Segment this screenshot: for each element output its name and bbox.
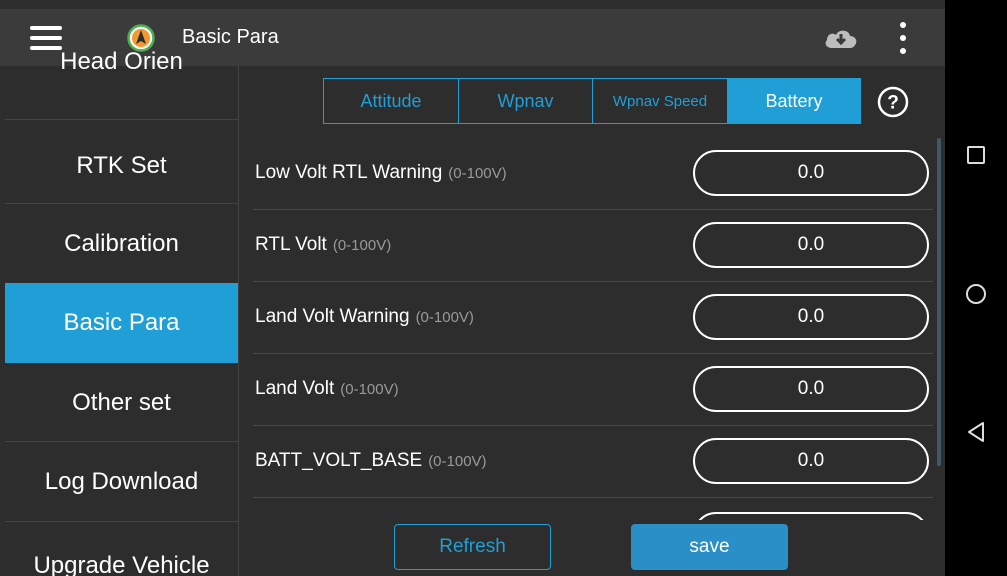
- tab-bar: Attitude Wpnav Wpnav Speed Battery: [323, 78, 861, 124]
- param-label: Low Volt RTL Warning (0-100V): [255, 162, 507, 183]
- sidebar-item-calibration[interactable]: Calibration: [5, 204, 238, 284]
- param-row-partial: [253, 498, 933, 520]
- sidebar-divider: [238, 66, 239, 576]
- triangle-back-icon[interactable]: [962, 418, 990, 446]
- sidebar-item-basic-para[interactable]: Basic Para: [5, 283, 238, 363]
- tab-attitude[interactable]: Attitude: [324, 79, 459, 123]
- sidebar-item-label: Basic Para: [63, 309, 180, 336]
- more-vert-icon[interactable]: [896, 21, 910, 55]
- sidebar-item-other-set[interactable]: Other set: [5, 362, 238, 442]
- parameter-list: Low Volt RTL Warning(0-100V) RTL Volt(0-…: [253, 138, 933, 520]
- sidebar-item-rtk-set[interactable]: RTK Set: [5, 124, 238, 204]
- sidebar-item-label: Head Orien: [60, 48, 183, 75]
- square-recents-icon[interactable]: [962, 141, 990, 169]
- param-row-batt-volt-base: BATT_VOLT_BASE (0-100V): [253, 426, 933, 498]
- param-range: (0-100V): [428, 453, 487, 470]
- param-label: RTL Volt (0-100V): [255, 234, 392, 255]
- tab-battery[interactable]: Battery: [728, 79, 860, 123]
- scrollbar[interactable]: [937, 138, 941, 466]
- sidebar-item-label: Log Download: [44, 468, 199, 495]
- param-label: Land Volt Warning (0-100V): [255, 306, 474, 327]
- save-button[interactable]: save: [631, 524, 788, 570]
- param-label: Land Volt (0-100V): [255, 378, 399, 399]
- param-range: (0-100V): [332, 237, 392, 254]
- param-row-rtl-volt: RTL Volt (0-100V): [253, 210, 933, 282]
- circle-home-icon[interactable]: [962, 280, 990, 308]
- refresh-button[interactable]: Refresh: [394, 524, 551, 570]
- param-range: (0-100V): [340, 381, 399, 398]
- param-range: (0-100V): [415, 309, 474, 326]
- param-label: BATT_VOLT_BASE (0-100V): [255, 450, 487, 471]
- cloud-download-icon[interactable]: [822, 24, 860, 52]
- param-row-low-volt-rtl-warning: Low Volt RTL Warning (0-100V): [253, 138, 933, 210]
- low-volt-rtl-warning-field[interactable]: [693, 150, 929, 196]
- param-row-land-volt: Land Volt (0-100V): [253, 354, 933, 426]
- sidebar: Head Orien RTK Set Calibration Basic Par…: [0, 48, 238, 576]
- sidebar-item-label: Other set: [72, 389, 171, 416]
- sidebar-item-label: RTK Set: [76, 152, 167, 179]
- land-volt-field[interactable]: [693, 366, 929, 412]
- app-window: Basic Para Head Orien RTK Set Calibratio…: [0, 0, 945, 576]
- param-row-land-volt-warning: Land Volt Warning (0-100V): [253, 282, 933, 354]
- batt-volt-base-field[interactable]: [693, 438, 929, 484]
- sidebar-item-label: Calibration: [64, 230, 179, 257]
- help-circle-icon[interactable]: ?: [877, 86, 909, 118]
- tab-wpnav[interactable]: Wpnav: [459, 79, 593, 123]
- svg-text:?: ?: [887, 93, 899, 114]
- land-volt-warning-field[interactable]: [693, 294, 929, 340]
- sidebar-item-head-orien[interactable]: Head Orien: [5, 40, 238, 120]
- tab-wpnav-speed[interactable]: Wpnav Speed: [593, 79, 728, 123]
- partial-field[interactable]: [693, 512, 929, 520]
- sidebar-item-upgrade-vehicle[interactable]: Upgrade Vehicle: [5, 522, 238, 576]
- sidebar-item-log-download[interactable]: Log Download: [5, 442, 238, 522]
- param-range: (0-100V): [448, 165, 507, 182]
- sidebar-item-label: Upgrade Vehicle: [33, 552, 210, 576]
- system-nav-bar: [945, 0, 1007, 576]
- rtl-volt-field[interactable]: [693, 222, 929, 268]
